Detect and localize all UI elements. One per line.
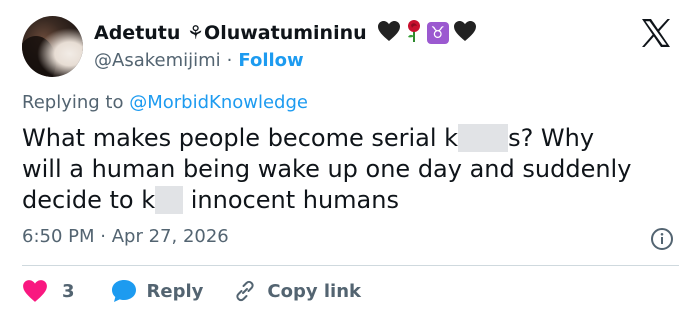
redacted-word: [155, 186, 184, 214]
tweet-line1-end: s? Why: [508, 124, 595, 152]
tweet-line3-start: decide to k: [22, 186, 156, 214]
tweet-timestamp[interactable]: 6:50 PM · Apr 27, 2026: [22, 226, 229, 247]
reply-bubble-icon: [111, 280, 136, 302]
divider: [22, 265, 679, 266]
reply-button[interactable]: Reply: [111, 279, 204, 303]
like-button[interactable]: 3: [22, 279, 75, 303]
copy-link-button[interactable]: Copy link: [233, 279, 361, 303]
tweet-line2: will a human being wake up one day and s…: [22, 155, 632, 183]
heart-icon: [23, 280, 47, 302]
tweet-text: What makes people become serial k s? Why …: [22, 123, 687, 216]
handle-separator: ·: [226, 49, 233, 71]
like-count: 3: [62, 280, 75, 302]
author-display-name[interactable]: Adetutu ⚘Oluwatumininu: [94, 22, 367, 44]
tweet-line3-end: innocent humans: [183, 186, 399, 214]
author-name-row: Adetutu ⚘Oluwatumininu ♉: [94, 19, 477, 47]
tweet-actions: 3 Reply Copy link: [22, 276, 361, 306]
x-logo-icon[interactable]: [640, 17, 672, 49]
timestamp-separator: ·: [100, 226, 106, 247]
tweet-date: Apr 27, 2026: [111, 226, 229, 247]
rose-emoji: [405, 19, 423, 47]
black-heart-emoji: [377, 20, 401, 46]
tweet-line1-start: What makes people become serial k: [22, 124, 459, 152]
author-handle[interactable]: @Asakemijimi: [94, 50, 221, 71]
redacted-word: [458, 124, 509, 152]
tweet-time: 6:50 PM: [22, 226, 95, 247]
link-icon: [236, 280, 255, 302]
info-icon[interactable]: [650, 227, 674, 251]
black-heart-emoji: [453, 20, 477, 46]
reply-context: Replying to @MorbidKnowledge: [22, 92, 308, 113]
copy-link-label: Copy link: [267, 280, 361, 302]
author-handle-row: @Asakemijimi · Follow: [94, 48, 304, 72]
reply-context-prefix: Replying to: [22, 92, 124, 113]
reply-label: Reply: [146, 280, 204, 302]
reply-mention-link[interactable]: @MorbidKnowledge: [129, 92, 308, 113]
author-avatar[interactable]: [22, 16, 83, 77]
follow-button[interactable]: Follow: [238, 50, 303, 71]
taurus-emoji: ♉: [426, 22, 449, 44]
